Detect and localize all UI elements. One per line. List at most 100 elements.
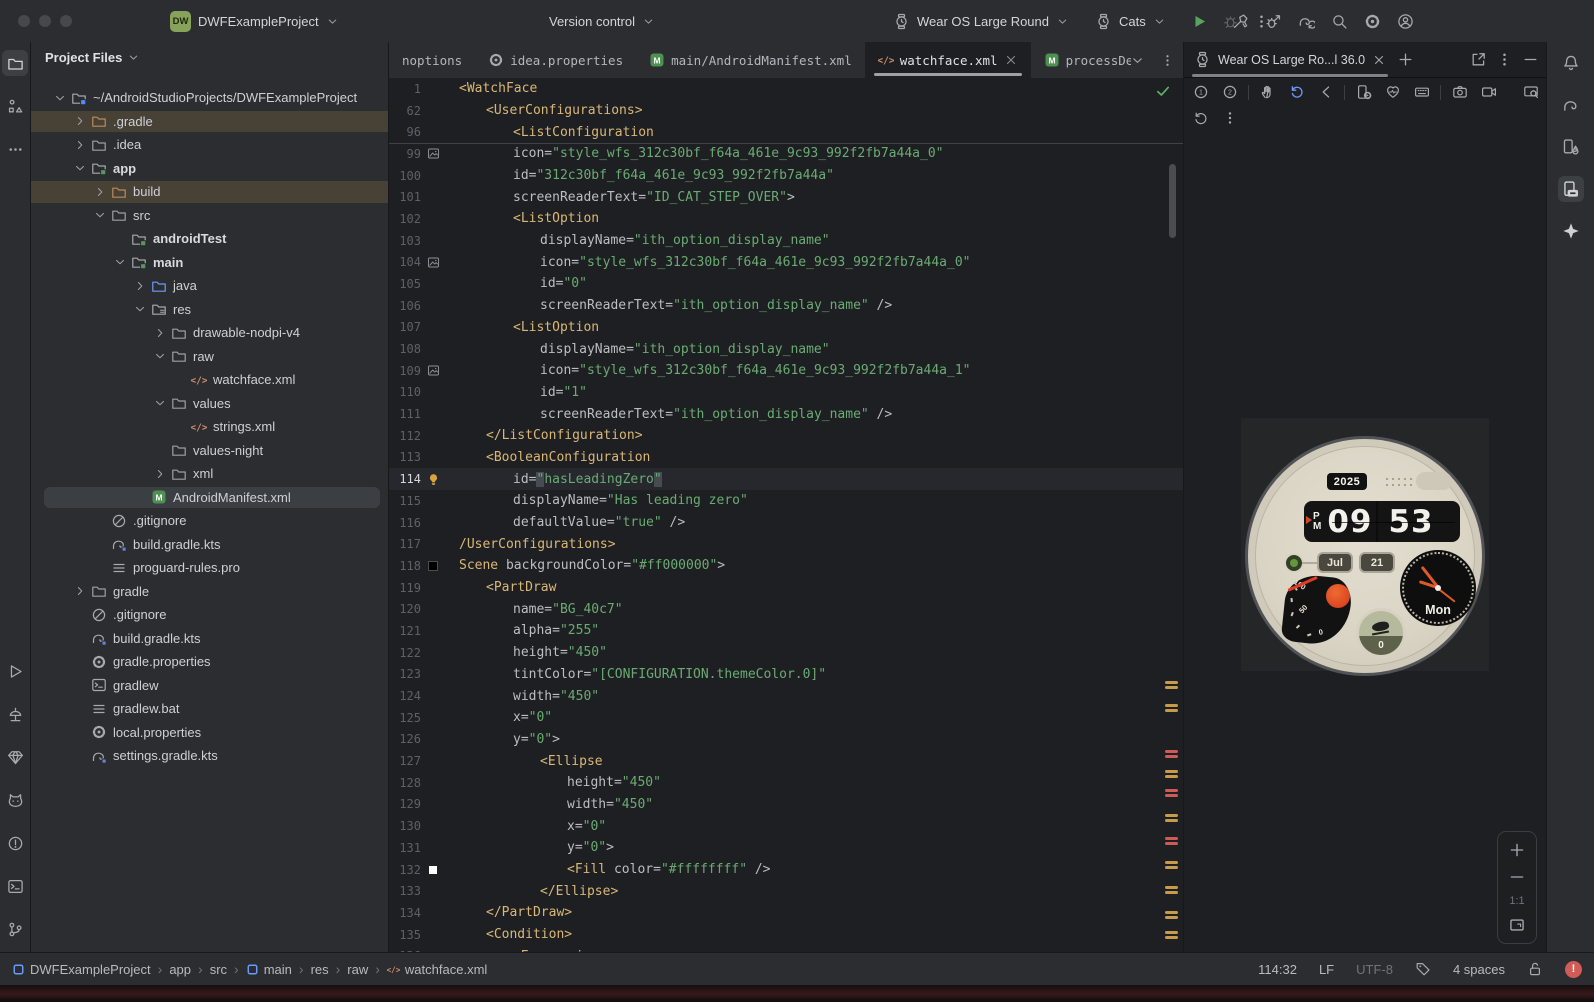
drawable-preview-icon[interactable] (427, 364, 440, 377)
code-line[interactable]: 1<WatchFace (389, 78, 1183, 100)
line-separator-widget[interactable]: LF (1319, 962, 1334, 977)
tree-item-raw[interactable]: raw (31, 345, 388, 369)
gem-icon[interactable] (2, 744, 28, 770)
tree-item--androidstudioprojects-dwfexampleproject[interactable]: ~/AndroidStudioProjects/DWFExampleProjec… (31, 86, 388, 110)
error-stripe-mark[interactable] (1165, 837, 1178, 840)
zoom-window-button[interactable] (60, 15, 72, 27)
tree-item--gitignore[interactable]: .gitignore (31, 603, 388, 627)
wear-button-1-icon[interactable]: 1 (1190, 82, 1211, 103)
code-line[interactable]: 127<Ellipse (389, 750, 1183, 772)
new-device-tab-icon[interactable] (1397, 51, 1414, 68)
chevron-down-icon[interactable] (150, 348, 170, 364)
code-line[interactable]: 125x="0" (389, 707, 1183, 729)
zoom-in-button[interactable] (1508, 841, 1526, 859)
code-line[interactable]: 124width="450" (389, 685, 1183, 707)
tree-item-xml[interactable]: xml (31, 462, 388, 486)
tree-item-src[interactable]: src (31, 204, 388, 228)
code-line[interactable]: 136<Expressions> (389, 945, 1183, 952)
code-line[interactable]: 103displayName="ith_option_display_name" (389, 230, 1183, 252)
code-line[interactable]: 104icon="style_wfs_312c30bf_f64a_461e_9c… (389, 251, 1183, 273)
warning-stripe-mark[interactable] (1165, 931, 1178, 934)
breadcrumb-item-src[interactable]: src (210, 962, 227, 977)
notifications-bell-icon[interactable] (1558, 50, 1584, 76)
code-line[interactable]: 99icon="style_wfs_312c30bf_f64a_461e_9c9… (389, 143, 1183, 165)
close-icon[interactable] (1372, 53, 1386, 67)
tab-idea-properties[interactable]: idea.properties (475, 42, 636, 78)
warning-stripe-mark[interactable] (1165, 775, 1178, 778)
warning-stripe-mark[interactable] (1165, 814, 1178, 817)
code-line[interactable]: 119<PartDraw (389, 577, 1183, 599)
tree-item-strings-xml[interactable]: </>strings.xml (31, 415, 388, 439)
device-selector[interactable]: Wear OS Large Round (917, 14, 1049, 29)
chevron-down-icon[interactable] (50, 90, 70, 106)
tree-item-java[interactable]: java (31, 274, 388, 298)
chevron-right-icon[interactable] (70, 583, 90, 599)
tab-main-androidmanifest-xml[interactable]: Mmain/AndroidManifest.xml (636, 42, 865, 78)
editor-scrollbar-thumb[interactable] (1169, 164, 1176, 238)
error-stripe-mark[interactable] (1165, 842, 1178, 845)
project-widget[interactable]: DW DWFExampleProject (170, 0, 339, 42)
inspection-ok-icon[interactable] (1155, 83, 1171, 99)
tree-item-main[interactable]: main (31, 251, 388, 275)
chevron-down-icon[interactable] (150, 395, 170, 411)
code-line[interactable]: 117/UserConfigurations> (389, 533, 1183, 555)
project-view-selector[interactable]: Project Files (45, 50, 140, 65)
code-line[interactable]: 114id="hasLeadingZero" (389, 468, 1183, 490)
tree-item-androidmanifest-xml[interactable]: MAndroidManifest.xml (31, 486, 388, 510)
warning-stripe-mark[interactable] (1165, 886, 1178, 889)
more-vert-icon[interactable] (1219, 108, 1240, 129)
breadcrumb-item-app[interactable]: app (169, 962, 191, 977)
drawable-preview-icon[interactable] (427, 256, 440, 269)
code-line[interactable]: 107<ListOption (389, 317, 1183, 339)
commit-icon[interactable] (2, 93, 28, 119)
code-line[interactable]: 122height="450" (389, 642, 1183, 664)
intention-bulb-icon[interactable] (427, 473, 440, 486)
screen-record-icon[interactable] (1478, 82, 1499, 103)
error-stripe-mark[interactable] (1165, 755, 1178, 758)
profiler-icon[interactable] (1261, 9, 1285, 33)
warning-stripe-mark[interactable] (1165, 891, 1178, 894)
code-line[interactable]: 111screenReaderText="ith_option_display_… (389, 403, 1183, 425)
chevron-down-icon[interactable] (1056, 15, 1069, 28)
warning-stripe-mark[interactable] (1165, 686, 1178, 689)
error-stripe-mark[interactable] (1165, 750, 1178, 753)
run-button[interactable] (1188, 9, 1212, 33)
chevron-down-icon[interactable] (90, 207, 110, 223)
code-line[interactable]: 126y="0"> (389, 729, 1183, 751)
tab-processdebug[interactable]: MprocessDebug (1031, 42, 1131, 78)
error-badge[interactable]: ! (1565, 961, 1582, 978)
chevron-down-icon[interactable] (110, 254, 130, 270)
code-line[interactable]: 129width="450" (389, 794, 1183, 816)
code-line[interactable]: 100id="312c30bf_f64a_461e_9c93_992f2fb7a… (389, 165, 1183, 187)
run-icon[interactable] (2, 658, 28, 684)
back-button-icon[interactable] (1315, 82, 1336, 103)
chevron-right-icon[interactable] (90, 184, 110, 200)
tree-item-proguard-rules-pro[interactable]: proguard-rules.pro (31, 556, 388, 580)
close-window-button[interactable] (18, 15, 30, 27)
breadcrumb-item-dwfexampleproject[interactable]: DWFExampleProject (12, 962, 151, 977)
wear-button-2-icon[interactable]: 2 (1219, 82, 1240, 103)
tree-item-values-night[interactable]: values-night (31, 439, 388, 463)
code-line[interactable]: 134</PartDraw> (389, 902, 1183, 924)
tree-item-build-gradle-kts[interactable]: build.gradle.kts (31, 533, 388, 557)
code-line[interactable]: 105id="0" (389, 273, 1183, 295)
screenshot-camera-icon[interactable] (1449, 82, 1470, 103)
code-line[interactable]: 116defaultValue="true" /> (389, 512, 1183, 534)
problems-icon[interactable] (2, 830, 28, 856)
chevron-right-icon[interactable] (70, 137, 90, 153)
panel-options-icon[interactable] (1496, 51, 1513, 68)
code-line[interactable]: 121alpha="255" (389, 620, 1183, 642)
chevron-down-icon[interactable] (1153, 15, 1166, 28)
code-line[interactable]: 123tintColor="[CONFIGURATION.themeColor.… (389, 664, 1183, 686)
run-configuration[interactable]: Cats (1119, 14, 1146, 29)
code-line[interactable]: 106screenReaderText="ith_option_display_… (389, 295, 1183, 317)
code-line[interactable]: 113<BooleanConfiguration (389, 447, 1183, 469)
health-services-icon[interactable] (1382, 82, 1403, 103)
code-line[interactable]: 131y="0"> (389, 837, 1183, 859)
rotate-icon[interactable] (1286, 82, 1307, 103)
error-stripe-mark[interactable] (1165, 789, 1178, 792)
warning-stripe-mark[interactable] (1165, 861, 1178, 864)
open-in-window-icon[interactable] (1470, 51, 1487, 68)
tree-item--gradle[interactable]: .gradle (31, 110, 388, 134)
tree-item-gradlew[interactable]: gradlew (31, 674, 388, 698)
